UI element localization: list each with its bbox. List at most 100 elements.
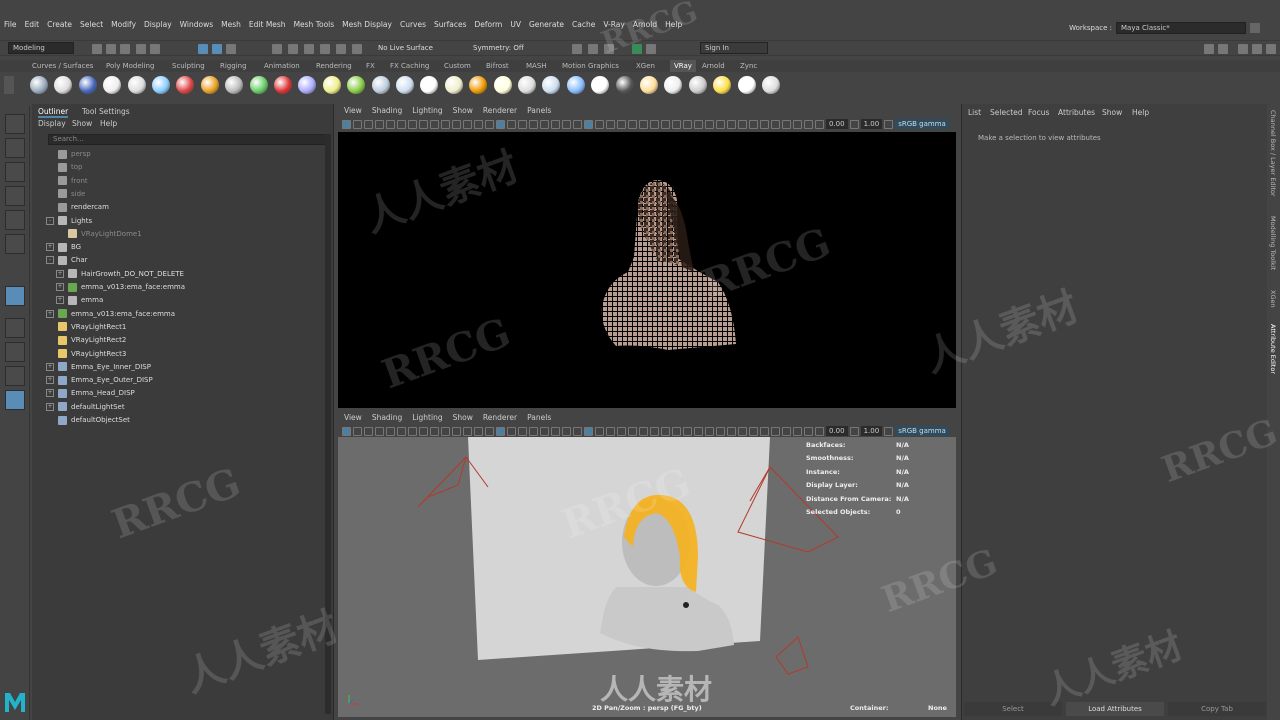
shelf-tool-icon[interactable] xyxy=(762,76,780,94)
symmetry-label[interactable]: Symmetry: Off xyxy=(473,44,524,52)
menu-help[interactable]: Help xyxy=(661,20,686,30)
viewport-tool-icon[interactable] xyxy=(353,426,362,436)
shelf-tool-icon[interactable] xyxy=(664,76,683,94)
expand-toggle-icon[interactable]: + xyxy=(46,376,54,385)
viewport-tool-icon[interactable] xyxy=(408,119,417,129)
pause-icon[interactable] xyxy=(646,44,656,54)
viewport-tool-icon[interactable] xyxy=(430,426,439,436)
viewport-tool-icon[interactable] xyxy=(782,426,791,436)
shelf-tab-animation[interactable]: Animation xyxy=(264,62,300,70)
viewport-tool-icon[interactable] xyxy=(507,119,516,129)
color-management-icon[interactable] xyxy=(884,426,894,436)
viewport-tool-icon[interactable] xyxy=(617,119,626,129)
select-by-component-icon[interactable] xyxy=(226,44,236,54)
menu-edit-mesh[interactable]: Edit Mesh xyxy=(245,20,290,30)
color-management-icon[interactable] xyxy=(884,119,894,129)
shelf-tab-arnold[interactable]: Arnold xyxy=(702,62,725,70)
shelf-tool-icon[interactable] xyxy=(78,76,97,94)
viewport-tool-icon[interactable] xyxy=(375,119,384,129)
outliner-row[interactable]: VRayLightRect2 xyxy=(46,334,126,346)
viewport-tool-icon[interactable] xyxy=(397,119,406,129)
viewport-tool-icon[interactable] xyxy=(518,426,527,436)
expand-toggle-icon[interactable]: + xyxy=(46,362,54,371)
viewport-tool-icon[interactable] xyxy=(727,426,736,436)
outliner-row[interactable]: - Lights xyxy=(46,215,92,227)
shelf-tool-icon[interactable] xyxy=(493,76,512,94)
menu-mesh-tools[interactable]: Mesh Tools xyxy=(290,20,339,30)
outliner-row[interactable]: + Emma_Eye_Inner_DISP xyxy=(46,361,151,373)
viewport-tool-icon[interactable] xyxy=(397,426,406,436)
outliner-row[interactable]: + BG xyxy=(46,241,81,253)
shelf-tab-poly-modeling[interactable]: Poly Modeling xyxy=(106,62,154,70)
viewport-menu-show[interactable]: Show xyxy=(453,106,473,115)
expand-toggle-icon[interactable]: + xyxy=(46,243,54,252)
undo-icon[interactable] xyxy=(136,44,146,54)
viewport-tool-icon[interactable] xyxy=(529,119,538,129)
viewport-tool-icon[interactable] xyxy=(441,119,450,129)
toggle-tool-settings-icon[interactable] xyxy=(1238,44,1248,54)
expand-toggle-icon[interactable]: + xyxy=(46,402,54,411)
attribute-menu-help[interactable]: Help xyxy=(1132,108,1149,117)
select-by-object-icon[interactable] xyxy=(212,44,222,54)
viewport-tool-icon[interactable] xyxy=(727,119,736,129)
toggle-channel-box-icon[interactable] xyxy=(1252,44,1262,54)
outliner-row[interactable]: persp xyxy=(46,148,91,160)
viewport-tool-icon[interactable] xyxy=(760,426,769,436)
viewport-tool-icon[interactable] xyxy=(760,119,769,129)
workspace-lock-icon[interactable] xyxy=(1250,23,1260,33)
outliner-row[interactable]: + emma_v013:ema_face:emma xyxy=(46,308,175,320)
menu-mesh-display[interactable]: Mesh Display xyxy=(338,20,396,30)
shelf-tool-icon[interactable] xyxy=(347,76,366,94)
viewport-menu-renderer[interactable]: Renderer xyxy=(483,413,517,422)
outliner-row[interactable]: + emma xyxy=(56,294,103,306)
shelf-tool-icon[interactable] xyxy=(225,76,244,94)
shelf-tab-motion-graphics[interactable]: Motion Graphics xyxy=(562,62,619,70)
new-scene-icon[interactable] xyxy=(92,44,102,54)
outliner-scrollbar[interactable] xyxy=(325,134,331,714)
tab-channel-box[interactable]: Channel Box / Layer Editor xyxy=(1269,110,1277,197)
viewport-tool-icon[interactable] xyxy=(771,426,780,436)
outliner-row[interactable]: + Emma_Eye_Outer_DISP xyxy=(46,374,153,386)
viewport-tool-icon[interactable] xyxy=(452,426,461,436)
shelf-tool-icon[interactable] xyxy=(518,76,536,94)
viewport-menu-lighting[interactable]: Lighting xyxy=(412,106,442,115)
viewport-tool-icon[interactable] xyxy=(496,426,505,436)
paint-select-tool-icon[interactable] xyxy=(5,162,25,182)
shelf-tool-icon[interactable] xyxy=(127,76,146,94)
viewport-menu-renderer[interactable]: Renderer xyxy=(483,106,517,115)
shelf-tab-bifrost[interactable]: Bifrost xyxy=(486,62,509,70)
menu-cache[interactable]: Cache xyxy=(568,20,599,30)
viewport-tool-icon[interactable] xyxy=(562,119,571,129)
outliner-row[interactable]: + HairGrowth_DO_NOT_DELETE xyxy=(56,268,184,280)
viewport-tool-icon[interactable] xyxy=(364,119,373,129)
shelf-tab-sculpting[interactable]: Sculpting xyxy=(172,62,205,70)
viewport-bottom-persp[interactable]: Backfaces: Smoothness: Instance: Display La… xyxy=(338,437,956,717)
expand-toggle-icon[interactable] xyxy=(46,336,54,344)
viewport-tool-icon[interactable] xyxy=(804,426,813,436)
gamma-icon[interactable] xyxy=(849,119,859,129)
viewport-tool-icon[interactable] xyxy=(342,119,351,129)
shelf-tool-icon[interactable] xyxy=(103,76,122,94)
outliner-row[interactable]: rendercam xyxy=(46,201,109,213)
viewport-tool-icon[interactable] xyxy=(584,426,593,436)
expand-toggle-icon[interactable] xyxy=(46,190,54,198)
outliner-row[interactable]: front xyxy=(46,175,88,187)
viewport-tool-icon[interactable] xyxy=(573,426,582,436)
scale-tool-icon[interactable] xyxy=(5,234,25,254)
viewport-tool-icon[interactable] xyxy=(804,119,813,129)
viewport-tool-icon[interactable] xyxy=(584,119,593,129)
menu-curves[interactable]: Curves xyxy=(396,20,430,30)
viewport-tool-icon[interactable] xyxy=(716,426,725,436)
viewport-tool-icon[interactable] xyxy=(485,426,494,436)
outliner-search-input[interactable]: Search... xyxy=(48,134,330,145)
save-scene-icon[interactable] xyxy=(120,44,130,54)
menu-v-ray[interactable]: V-Ray xyxy=(599,20,628,30)
expand-toggle-icon[interactable]: + xyxy=(56,269,64,278)
viewport-tool-icon[interactable] xyxy=(650,426,659,436)
outliner-row[interactable]: + Emma_Head_DISP xyxy=(46,387,135,399)
viewport-tool-icon[interactable] xyxy=(661,426,670,436)
viewport-tool-icon[interactable] xyxy=(353,119,362,129)
shelf-tool-icon[interactable] xyxy=(200,76,219,94)
expand-toggle-icon[interactable] xyxy=(46,163,54,171)
viewport-tool-icon[interactable] xyxy=(551,119,560,129)
